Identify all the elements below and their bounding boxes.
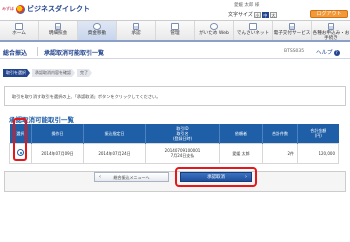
font-size-large-button[interactable]: 大 [269,11,277,18]
help-link[interactable]: ヘルプ? [316,48,340,56]
approval-icon [133,23,139,30]
step-indicator: 取引を選択 承認取消内容を確認 完了 [3,69,94,77]
step-select: 取引を選択 [3,69,30,77]
transaction-table: 選択 操作日 振込指定日 取引ID 取引名 (登録日時) 依頼者 合計件数 合計… [9,124,339,164]
font-size-switcher: 文字サイズ 小 中 大 [228,11,277,18]
table-row[interactable]: 2014年07月09日 2014年07月24日 20140709100001 7… [9,142,339,164]
e-delivery-icon [289,23,295,30]
menu-approval[interactable]: 承認 [117,21,156,40]
requester-cell: 愛媛 太郎 [219,142,263,164]
menu-e-delivery[interactable]: 電子交付サービス [273,21,312,40]
column-header-trade: 取引ID 取引名 (登録日時) [145,124,220,143]
table-header-row: 選択 操作日 振込指定日 取引ID 取引名 (登録日時) 依頼者 合計件数 合計… [9,124,339,143]
menu-label: 資金移動 [87,31,107,36]
menu-forex[interactable]: がいため Web [195,21,234,40]
cancel-approval-highlight [175,167,257,187]
trade-name: 7月24日支払 [170,153,195,158]
bank-prefix: みずほ [2,6,14,11]
font-size-label: 文字サイズ [228,12,253,18]
global-menu: ホーム 明細照会 資金移動 承認 管理 がいため Web でんさいネット 電子交… [0,20,350,42]
step-confirm: 承認取消内容を確認 [32,69,75,77]
menu-label: がいため Web [199,31,229,36]
menu-label: 承認 [131,31,141,36]
operation-date-cell: 2014年07月09日 [31,142,84,164]
back-button-label: 総合振込メニューへ [113,175,150,180]
document-icon [55,23,61,30]
column-header-amount: 合計金額 (円) [297,124,339,143]
font-size-small-button[interactable]: 小 [253,11,261,18]
step-complete: 完了 [77,69,92,77]
page-title-bar: 総合振込 承認取消可能取引一覧 BTSS035 ヘルプ? [0,44,350,59]
menu-transfer[interactable]: 資金移動 [78,21,117,40]
menu-label: 明細照会 [48,31,68,36]
admin-icon [171,23,179,30]
page-category: 総合振込 [3,50,28,57]
trade-header-text: 取引ID 取引名 (登録日時) [172,125,193,141]
back-to-menu-button[interactable]: ‹ 総合振込メニューへ [94,172,169,182]
logo-text: ビジネスダイレクト [27,5,90,13]
trade-cell: 20140709100001 7月24日支払 [145,142,220,164]
logout-button[interactable]: ログアウト [310,10,348,18]
help-icon: ? [333,50,340,56]
amount-cell: 120,000 [297,142,339,164]
logo-mark-icon [16,4,25,14]
menu-label: でんさいネット [236,31,270,36]
column-header-requester: 依頼者 [219,124,263,143]
application-icon [328,23,334,30]
transfer-date-cell: 2014年07月24日 [83,142,146,164]
menu-admin[interactable]: 管理 [156,21,195,40]
user-name: 愛媛 太郎 様 [234,3,260,8]
bank-logo[interactable]: みずほ ビジネスダイレクト [2,3,90,15]
help-label: ヘルプ [316,50,333,56]
menu-label: 管理 [170,31,180,36]
menu-statement[interactable]: 明細照会 [39,21,78,40]
select-column-highlight [13,118,27,161]
amount-header-text: 合計金額 (円) [310,128,327,139]
column-header-operation-date: 操作日 [31,124,84,143]
screen-id: BTSS035 [284,49,305,54]
forex-icon [210,23,218,30]
page-title: 承認取消可能取引一覧 [44,50,105,57]
home-icon [15,23,23,30]
menu-home[interactable]: ホーム [0,21,39,40]
title-divider [37,47,38,56]
menu-densai[interactable]: でんさいネット [234,21,273,40]
menu-label: 各種お申込み・お手続き [312,31,350,41]
column-header-count: 合計件数 [262,124,298,143]
font-size-medium-button[interactable]: 中 [261,11,269,18]
chevron-left-icon: ‹ [99,174,101,180]
transfer-icon [93,23,101,30]
menu-label: 電子交付サービス [273,31,311,36]
top-header: みずほ ビジネスダイレクト 愛媛 太郎 様 文字サイズ 小 中 大 ログアウト [0,0,350,20]
column-header-transfer-date: 振込指定日 [83,124,146,143]
count-cell: 2件 [262,142,298,164]
menu-application[interactable]: 各種お申込み・お手続き [312,21,350,41]
instruction-box: 取引を取り消す取引を選択の上、「承認取消」ボタンをクリックしてください。 [4,86,346,106]
menu-label: ホーム [12,31,26,36]
densai-icon [249,23,257,30]
